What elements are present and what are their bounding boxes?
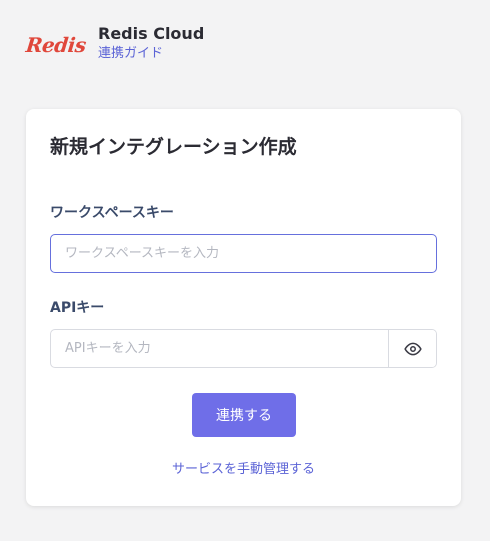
integration-guide-link[interactable]: 連携ガイド <box>98 45 204 63</box>
workspace-key-label: ワークスペースキー <box>50 205 174 221</box>
toggle-visibility-button[interactable] <box>388 330 436 367</box>
api-key-input[interactable] <box>51 330 388 367</box>
redis-logo: Redis <box>24 22 90 66</box>
api-key-label: APIキー <box>50 300 105 316</box>
app-name: Redis Cloud <box>98 24 205 43</box>
api-key-field-group <box>50 329 437 368</box>
eye-icon <box>403 340 422 358</box>
integration-form-card: 新規インテグレーション作成 ワークスペースキー APIキー 連携する サービスを… <box>26 109 461 506</box>
manual-manage-link[interactable]: サービスを手動管理する <box>26 461 461 479</box>
header-text: Redis Cloud 連携ガイド <box>98 22 204 63</box>
app-header: Redis Redis Cloud 連携ガイド <box>24 22 205 66</box>
redis-logo-text: Redis <box>24 33 87 57</box>
connect-button[interactable]: 連携する <box>192 393 296 437</box>
page-title: 新規インテグレーション作成 <box>50 136 297 158</box>
workspace-key-input[interactable] <box>50 234 437 273</box>
